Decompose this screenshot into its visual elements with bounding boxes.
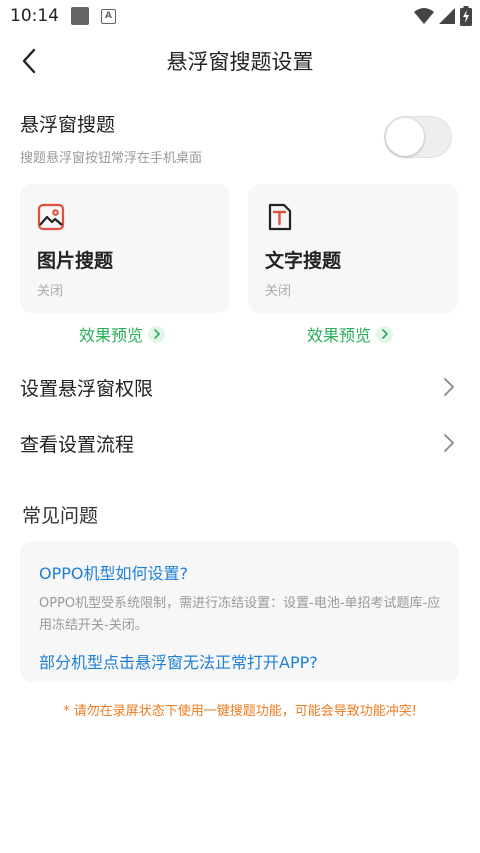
card-status: 关闭	[37, 284, 64, 299]
nav-bar: 悬浮窗搜题设置	[0, 36, 480, 86]
toggle-knob	[386, 118, 424, 156]
status-right-icons	[414, 6, 472, 26]
faq-question-oppo[interactable]: OPPO机型如何设置?	[39, 560, 188, 584]
faq-heading: 常见问题	[22, 505, 99, 527]
warning-text: * 请勿在录屏状态下使用一键搜题功能，可能会导致功能冲突!	[63, 704, 417, 719]
faq-question-cannot-open[interactable]: 部分机型点击悬浮窗无法正常打开APP?	[39, 649, 318, 673]
float-window-subtitle: 搜题悬浮窗按钮常浮在手机桌面	[20, 151, 203, 166]
preview-label: 效果预览	[79, 326, 144, 345]
keyboard-a-icon: A	[101, 9, 116, 24]
float-window-title: 悬浮窗搜题	[20, 114, 116, 136]
list-item-float-permission[interactable]: 设置悬浮窗权限	[20, 367, 460, 407]
text-search-card[interactable]: 文字搜题 关闭	[248, 184, 458, 313]
list-item-label: 设置悬浮窗权限	[20, 378, 154, 400]
preview-label: 效果预览	[307, 326, 372, 345]
card-title: 图片搜题	[37, 250, 114, 272]
status-bar: 10:14 A	[0, 0, 480, 34]
signal-icon	[439, 8, 455, 24]
page-title: 悬浮窗搜题设置	[166, 50, 314, 74]
text-search-preview-link[interactable]: 效果预览	[307, 323, 394, 345]
image-search-preview-link[interactable]: 效果预览	[79, 323, 166, 345]
list-item-setup-process[interactable]: 查看设置流程	[20, 423, 460, 463]
chevron-right-icon	[444, 378, 454, 396]
chevron-right-icon	[444, 434, 454, 452]
battery-charging-icon	[460, 6, 472, 26]
card-title: 文字搜题	[265, 250, 342, 272]
image-search-card[interactable]: 图片搜题 关闭	[20, 184, 230, 313]
float-window-toggle[interactable]	[384, 116, 452, 158]
chevron-right-icon	[376, 325, 394, 343]
faq-answer-oppo: OPPO机型受系统限制，需进行冻结设置：设置-电池-单招考试题库-应用冻结开关-…	[39, 596, 441, 633]
float-window-setting: 悬浮窗搜题 搜题悬浮窗按钮常浮在手机桌面	[20, 106, 460, 170]
notification-square-icon	[71, 7, 89, 25]
text-t-icon	[268, 203, 292, 231]
card-status: 关闭	[265, 284, 292, 299]
image-icon	[37, 203, 65, 231]
wifi-icon	[414, 8, 434, 24]
status-time: 10:14	[10, 6, 59, 26]
list-item-label: 查看设置流程	[20, 434, 135, 456]
faq-card: OPPO机型如何设置? OPPO机型受系统限制，需进行冻结设置：设置-电池-单招…	[20, 541, 459, 682]
chevron-right-icon	[148, 325, 166, 343]
